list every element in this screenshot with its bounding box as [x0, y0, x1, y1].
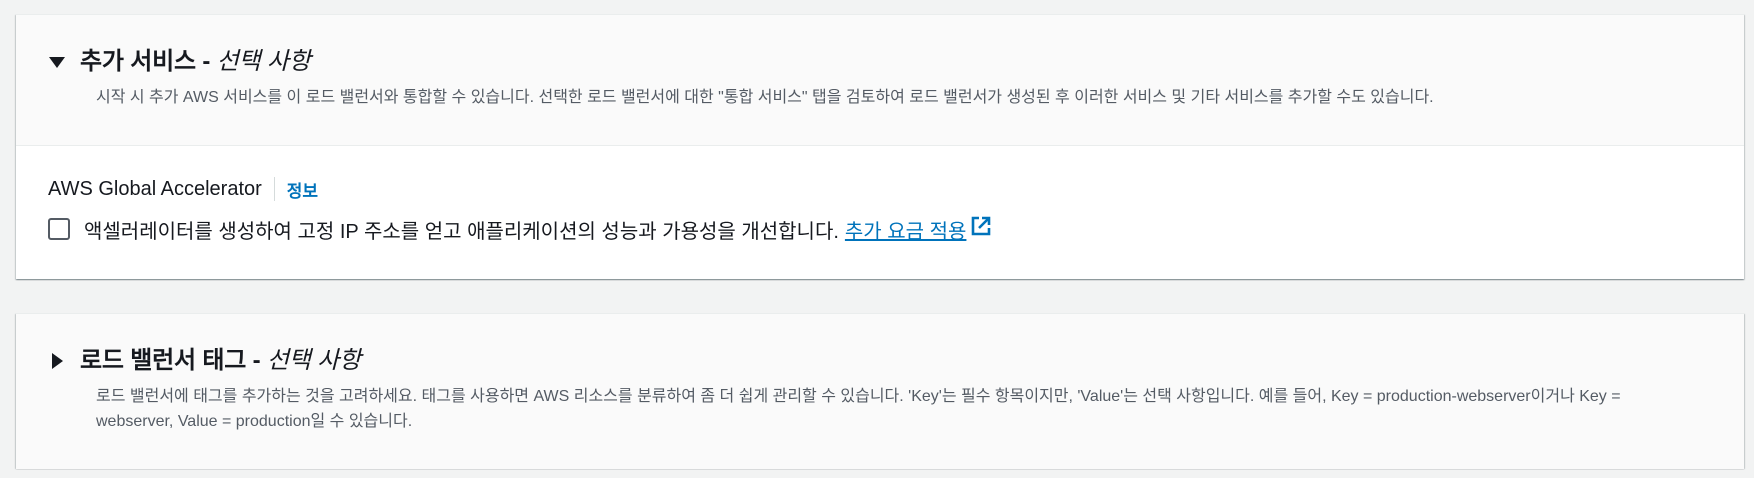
additional-services-header: 추가 서비스 - 선택 사항 시작 시 추가 AWS 서비스를 이 로드 밸런서… [16, 15, 1744, 146]
checkbox-label: 액셀러레이터를 생성하여 고정 IP 주소를 얻고 애플리케이션의 성능과 가용… [84, 220, 839, 243]
label-divider [273, 177, 275, 201]
external-link-icon [970, 215, 992, 243]
section-title: 추가 서비스 - 선택 사항 [80, 46, 311, 78]
optional-label: 선택 사항 [216, 48, 311, 75]
additional-services-toggle[interactable]: 추가 서비스 - 선택 사항 [46, 45, 1724, 79]
field-label-row: AWS Global Accelerator 정보 [48, 174, 1714, 204]
section-description: 시작 시 추가 AWS 서비스를 이 로드 밸런서와 통합할 수 있습니다. 선… [96, 89, 1434, 106]
additional-charges-link[interactable]: 추가 요금 적용 [845, 215, 993, 244]
accelerator-checkbox-row: 액셀러레이터를 생성하여 고정 IP 주소를 얻고 애플리케이션의 성능과 가용… [48, 214, 1714, 244]
section-title-text: 로드 밸런서 태그 [80, 347, 247, 374]
additional-charges-link-text: 추가 요금 적용 [844, 220, 967, 243]
section-title-text: 추가 서비스 [80, 48, 196, 75]
additional-services-panel: 추가 서비스 - 선택 사항 시작 시 추가 AWS 서비스를 이 로드 밸런서… [16, 14, 1744, 279]
load-balancer-tags-toggle[interactable]: 로드 밸런서 태그 - 선택 사항 [46, 344, 1724, 378]
load-balancer-tags-header: 로드 밸런서 태그 - 선택 사항 로드 밸런서에 태그를 추가하는 것을 고려… [16, 314, 1744, 469]
info-link[interactable]: 정보 [287, 177, 318, 202]
accelerator-checkbox[interactable] [48, 218, 70, 240]
field-label: AWS Global Accelerator [48, 177, 262, 200]
title-separator: - [246, 347, 267, 374]
global-accelerator-field: AWS Global Accelerator 정보 액셀러레이터를 생성하여 고… [16, 146, 1744, 244]
optional-label: 선택 사항 [266, 347, 361, 374]
load-balancer-tags-panel: 로드 밸런서 태그 - 선택 사항 로드 밸런서에 태그를 추가하는 것을 고려… [16, 313, 1744, 469]
caret-right-icon[interactable] [46, 350, 68, 372]
section-description: 로드 밸런서에 태그를 추가하는 것을 고려하세요. 태그를 사용하면 AWS … [96, 388, 1621, 430]
caret-down-icon[interactable] [46, 51, 68, 73]
title-separator: - [195, 48, 217, 75]
section-title: 로드 밸런서 태그 - 선택 사항 [80, 345, 361, 377]
